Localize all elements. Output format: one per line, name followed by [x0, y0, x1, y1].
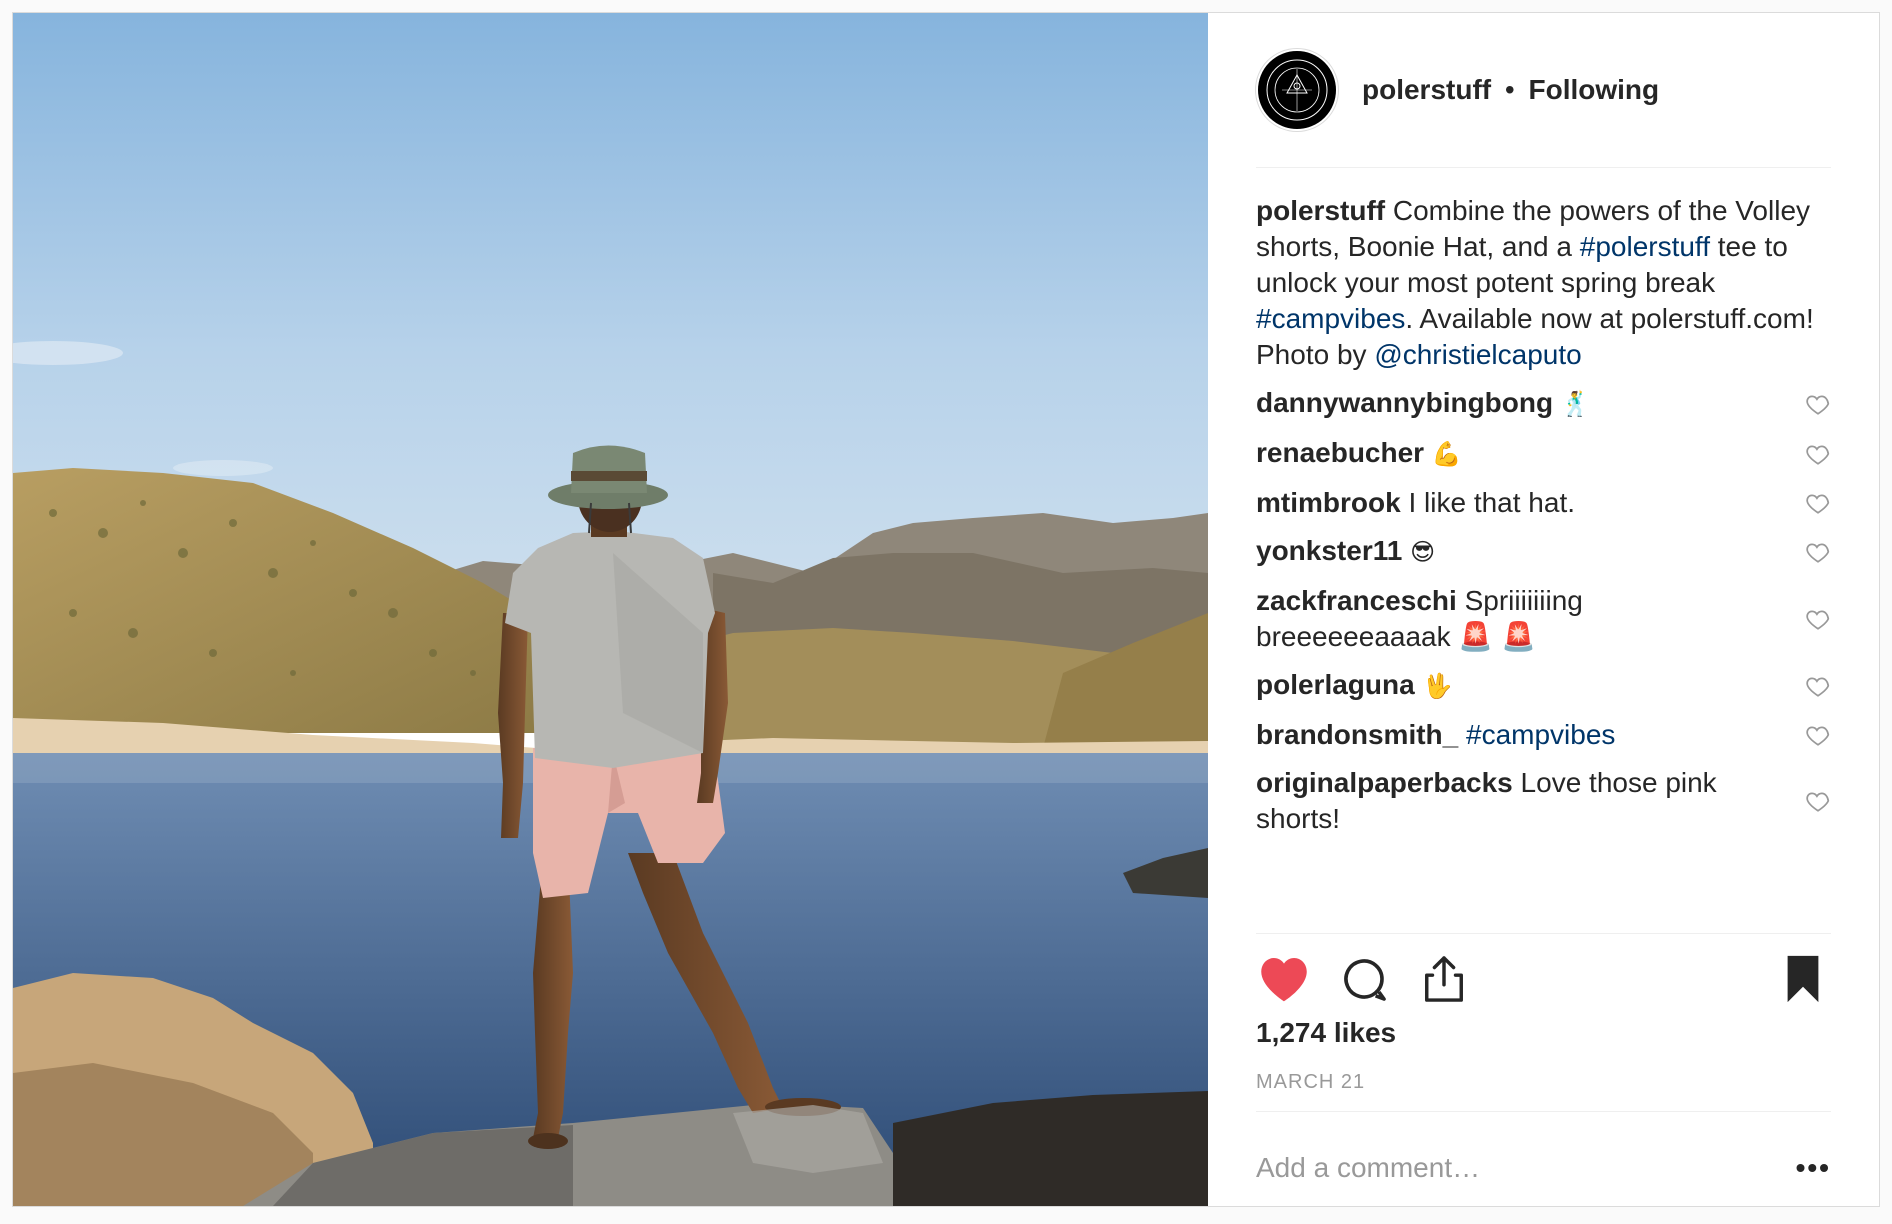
like-button[interactable] — [1256, 951, 1312, 1007]
comment-text: 🕺 — [1560, 391, 1591, 418]
comment-row: yonkster11 😎 — [1256, 533, 1831, 571]
comment-like-icon[interactable] — [1805, 673, 1831, 699]
comment-row: zackfranceschi Spriiiiiiing breeeeeeaaaa… — [1256, 583, 1831, 655]
comment-username[interactable]: polerlaguna — [1256, 669, 1415, 700]
comment-like-icon[interactable] — [1805, 441, 1831, 467]
more-options-icon[interactable]: ••• — [1796, 1152, 1831, 1184]
comment-like-icon[interactable] — [1805, 490, 1831, 516]
save-button[interactable] — [1775, 951, 1831, 1007]
post-card: polerstuff • Following polerstuff Combin… — [12, 12, 1880, 1207]
comment-text: 💪 — [1431, 441, 1462, 468]
caption-username[interactable]: polerstuff — [1256, 195, 1385, 226]
header-username[interactable]: polerstuff — [1362, 74, 1491, 105]
post-header: polerstuff • Following — [1256, 13, 1831, 168]
comment-row: brandonsmith_ #campvibes — [1256, 717, 1831, 753]
comment-username[interactable]: mtimbrook — [1256, 487, 1401, 518]
add-comment-input[interactable] — [1256, 1152, 1796, 1184]
comment-like-icon[interactable] — [1805, 788, 1831, 814]
share-icon — [1425, 956, 1463, 1002]
comment-username[interactable]: dannywannybingbong — [1256, 387, 1553, 418]
bookmark-filled-icon — [1787, 955, 1819, 1003]
comment-row: polerlaguna 🖖 — [1256, 667, 1831, 705]
comment-username[interactable]: brandonsmith_ — [1256, 719, 1458, 750]
photo-illustration — [13, 13, 1208, 1206]
share-button[interactable] — [1416, 951, 1472, 1007]
comment-username[interactable]: yonkster11 — [1256, 535, 1402, 566]
add-comment-bar: ••• — [1256, 1143, 1831, 1193]
comment-like-icon[interactable] — [1805, 539, 1831, 565]
comment-like-icon[interactable] — [1805, 606, 1831, 632]
comment-button[interactable] — [1336, 951, 1392, 1007]
comment-icon — [1344, 959, 1386, 1001]
poler-logo-icon — [1266, 59, 1328, 121]
avatar[interactable] — [1256, 49, 1338, 131]
comment-text: 🖖 — [1422, 673, 1453, 700]
divider — [1256, 933, 1831, 934]
comment-username[interactable]: renaebucher — [1256, 437, 1424, 468]
likes-count[interactable]: 1,274 likes — [1256, 1017, 1396, 1049]
comments-list: polerstuff Combine the powers of the Vol… — [1256, 193, 1831, 849]
comment-row: originalpaperbacks Love those pink short… — [1256, 765, 1831, 837]
hashtag-link[interactable]: #campvibes — [1466, 719, 1615, 750]
post-actions — [1256, 951, 1831, 1007]
hashtag-link[interactable]: #polerstuff — [1580, 231, 1710, 262]
post-date: MARCH 21 — [1256, 1071, 1366, 1093]
hashtag-link[interactable]: #campvibes — [1256, 303, 1405, 334]
post-side-panel: polerstuff • Following polerstuff Combin… — [1208, 13, 1879, 1206]
following-button[interactable]: Following — [1528, 74, 1659, 105]
comment-text: 😎 — [1410, 539, 1436, 566]
post-caption: polerstuff Combine the powers of the Vol… — [1256, 193, 1831, 373]
comment-username[interactable]: originalpaperbacks — [1256, 767, 1513, 798]
comment-username[interactable]: zackfranceschi — [1256, 585, 1457, 616]
comment-row: dannywannybingbong 🕺 — [1256, 385, 1831, 423]
divider — [1256, 1111, 1831, 1112]
comment-row: mtimbrook I like that hat. — [1256, 485, 1831, 521]
heart-filled-icon — [1261, 957, 1307, 1002]
comment-text: I like that hat. — [1408, 487, 1576, 518]
comment-row: renaebucher 💪 — [1256, 435, 1831, 473]
post-photo[interactable] — [13, 13, 1208, 1206]
separator-dot: • — [1504, 74, 1515, 105]
comment-like-icon[interactable] — [1805, 722, 1831, 748]
mention-link[interactable]: @christielcaputo — [1374, 339, 1581, 370]
comment-like-icon[interactable] — [1805, 391, 1831, 417]
